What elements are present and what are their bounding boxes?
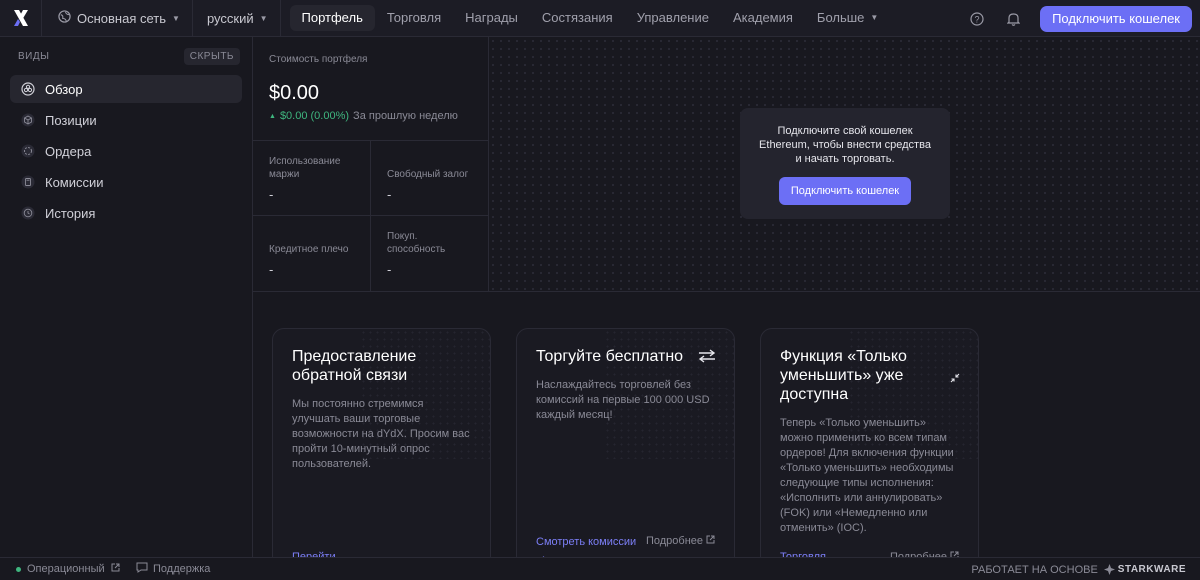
powered-by-label: РАБОТАЕТ НА ОСНОВЕ — [971, 563, 1098, 576]
portfolio-change-period: За прошлую неделю — [353, 110, 458, 122]
sidebar-item-label: Обзор — [45, 81, 83, 97]
nav-governance[interactable]: Управление — [625, 5, 721, 31]
card-reduce-only: Функция «Только уменьшить» уже доступна … — [760, 328, 979, 568]
stat-label: Свободный залог — [387, 169, 469, 180]
external-link-icon — [111, 563, 120, 575]
card-feedback: Предоставление обратной связи Мы постоян… — [272, 328, 491, 568]
stat-grid: Использование маржи - Свободный залог - … — [253, 141, 489, 291]
connect-wallet-button[interactable]: Подключить кошелек — [778, 177, 912, 205]
triangle-up-icon: ▲ — [269, 112, 276, 120]
portfolio-change: ▲ $0.00 (0.00%) За прошлую неделю — [269, 110, 472, 122]
connect-wallet-text: Подключите свой кошелек Ethereum, чтобы … — [759, 125, 931, 165]
network-label: Основная сеть — [77, 10, 167, 26]
sidebar-item-label: Комиссии — [45, 174, 104, 190]
card-body: Наслаждайтесь торговлей без комиссий на … — [536, 379, 710, 421]
status-dot — [16, 566, 21, 572]
sidebar-item-label: Ордера — [45, 143, 92, 159]
nav-more-label: Больше — [816, 10, 865, 25]
sidebar-item-history[interactable]: История — [10, 199, 242, 227]
sidebar-item-label: История — [45, 205, 96, 221]
support-link[interactable]: Поддержка — [136, 562, 210, 576]
cube-icon — [20, 113, 35, 128]
portfolio-value-section: Стоимость портфеля $0.00 ▲ $0.00 (0.00%)… — [253, 37, 488, 141]
nav-competitions[interactable]: Состязания — [530, 5, 625, 31]
stat-margin-usage: Использование маржи - — [253, 141, 371, 216]
stat-value: - — [269, 187, 274, 202]
stat-label: Покуп. способность — [387, 231, 446, 255]
connect-wallet-button[interactable]: Подключить кошелек — [1040, 5, 1192, 32]
bell-icon[interactable] — [995, 0, 1031, 37]
starkware-logo[interactable]: STARKWARE — [1103, 564, 1186, 575]
sidebar-item-overview[interactable]: Обзор — [10, 75, 242, 103]
footer: Операционный Поддержка РАБОТАЕТ НА ОСНОВ… — [0, 557, 1200, 580]
history-icon — [20, 206, 35, 221]
language-selector[interactable]: русский ▼ — [193, 0, 281, 37]
connect-wallet-card: Подключите свой кошелек Ethereum, чтобы … — [740, 108, 950, 219]
card-body: Теперь «Только уменьшить» можно применит… — [780, 417, 954, 534]
nav-more[interactable]: Больше ▼ — [805, 5, 890, 31]
swap-arrows-icon — [698, 349, 716, 366]
top-right-actions: ? Подключить кошелек — [959, 0, 1200, 37]
sidebar-item-positions[interactable]: Позиции — [10, 106, 242, 134]
nav-portfolio[interactable]: Портфель — [289, 5, 375, 31]
help-icon[interactable]: ? — [959, 0, 995, 37]
stat-label: Кредитное плечо — [269, 244, 349, 255]
stat-free-collateral: Свободный залог - — [371, 141, 489, 216]
calculator-icon — [20, 175, 35, 190]
caret-down-icon: ▼ — [172, 13, 180, 23]
portfolio-change-value: $0.00 (0.00%) — [279, 110, 350, 122]
sidebar-item-fees[interactable]: Комиссии — [10, 168, 242, 196]
status-indicator[interactable]: Операционный — [0, 563, 128, 575]
nav-academy[interactable]: Академия — [721, 5, 805, 31]
learn-more-label: Подробнее — [645, 535, 703, 547]
portfolio-stats: Стоимость портфеля $0.00 ▲ $0.00 (0.00%)… — [253, 37, 489, 292]
sidebar-item-label: Позиции — [45, 112, 97, 128]
top-bar: Основная сеть ▼ русский ▼ Портфель Торго… — [0, 0, 1200, 37]
hide-sidebar-button[interactable]: СКРЫТЬ — [183, 47, 240, 65]
stat-buying-power: Покуп. способность - — [371, 216, 489, 291]
network-selector[interactable]: Основная сеть ▼ — [42, 0, 193, 37]
powered-by: РАБОТАЕТ НА ОСНОВЕ STARKWARE — [971, 558, 1186, 580]
svg-text:?: ? — [975, 14, 980, 24]
dydx-logo[interactable] — [0, 0, 42, 37]
card-title: Функция «Только уменьшить» уже доступна — [780, 348, 907, 403]
sidebar-item-orders[interactable]: Ордера — [10, 137, 242, 165]
card-body: Мы постоянно стремимся улучшать ваши тор… — [292, 398, 470, 470]
language-label: русский — [206, 10, 254, 26]
status-label: Операционный — [27, 563, 105, 575]
overview-icon — [20, 82, 35, 97]
sidebar: ВИДЫ СКРЫТЬ Обзор Позиции Ордера Комисси… — [0, 37, 253, 557]
main-nav: Портфель Торговля Награды Состязания Упр… — [289, 5, 891, 31]
portfolio-value-label: Стоимость портфеля — [269, 54, 368, 65]
caret-down-icon: ▼ — [259, 13, 268, 23]
sidebar-title: ВИДЫ — [18, 50, 50, 62]
card-title: Предоставление обратной связи — [292, 348, 417, 384]
learn-more-link[interactable]: Подробнее — [646, 535, 715, 547]
orders-icon — [20, 144, 35, 159]
card-title: Торгуйте бесплатно — [536, 348, 684, 365]
globe-icon — [58, 10, 71, 26]
stat-value: - — [269, 262, 274, 277]
stat-value: - — [387, 262, 392, 277]
card-trade-free: Торгуйте бесплатно Наслаждайтесь торговл… — [516, 328, 735, 568]
portfolio-value: $0.00 — [269, 82, 320, 104]
stat-value: - — [387, 187, 392, 202]
sidebar-header: ВИДЫ СКРЫТЬ — [0, 37, 252, 75]
stat-leverage: Кредитное плечо - — [253, 216, 371, 291]
external-link-icon — [706, 535, 715, 547]
shrink-arrows-icon — [950, 371, 960, 386]
caret-down-icon: ▼ — [870, 13, 879, 22]
support-label: Поддержка — [153, 563, 211, 575]
starkware-label: STARKWARE — [1117, 564, 1186, 575]
stat-label: Использование маржи — [269, 156, 341, 180]
chat-icon — [136, 562, 148, 576]
nav-trade[interactable]: Торговля — [375, 5, 453, 31]
nav-rewards[interactable]: Награды — [453, 5, 530, 31]
chart-placeholder-area: Подключите свой кошелек Ethereum, чтобы … — [489, 37, 1200, 292]
